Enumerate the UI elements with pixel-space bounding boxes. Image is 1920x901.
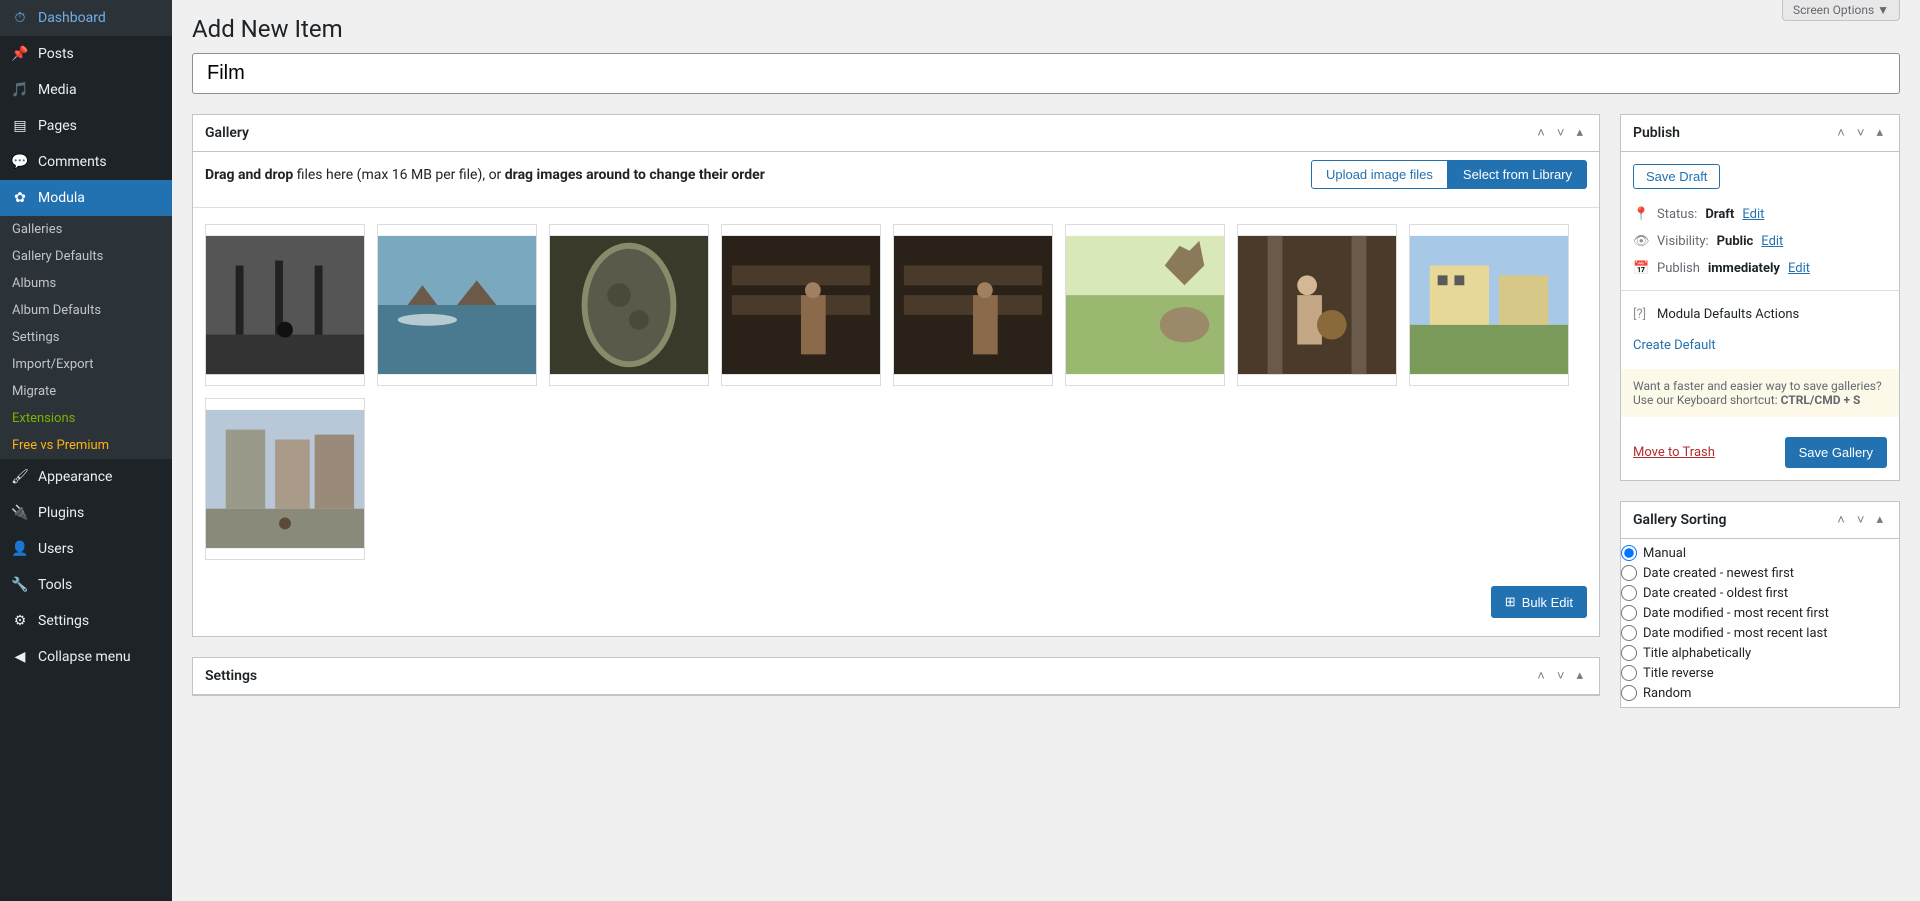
admin-sidebar: ⏱Dashboard 📌Posts 🎵Media ▤Pages 💬Comment… [0, 0, 172, 901]
sidebar-posts[interactable]: 📌Posts [0, 36, 172, 72]
gallery-thumb[interactable] [549, 224, 709, 386]
calendar-icon: 📅 [1633, 261, 1649, 276]
screen-options-toggle[interactable]: Screen Options ▼ [1782, 0, 1900, 21]
sub-galleries[interactable]: Galleries [0, 216, 172, 243]
key-icon: 📍 [1633, 207, 1649, 222]
modula-icon: ✿ [10, 188, 30, 208]
bulk-edit-button[interactable]: ⊞Bulk Edit [1491, 586, 1587, 618]
chevron-up-icon[interactable]: ˄ [1833, 512, 1849, 528]
sorting-title: Gallery Sorting [1633, 512, 1726, 528]
dashboard-icon: ⏱ [10, 8, 30, 28]
sorting-postbox: Gallery Sorting ˄ ˅ ▴ Manual Date create… [1620, 501, 1900, 708]
save-draft-button[interactable]: Save Draft [1633, 164, 1720, 189]
gallery-title: Gallery [205, 125, 249, 141]
sort-modified-first[interactable]: Date modified - most recent first [1621, 603, 1899, 623]
question-icon: [?] [1633, 307, 1649, 322]
plug-icon: 🔌 [10, 503, 30, 523]
wrench-icon: 🔧 [10, 575, 30, 595]
chevron-up-icon[interactable]: ˄ [1533, 125, 1549, 141]
sub-album-defaults[interactable]: Album Defaults [0, 297, 172, 324]
gallery-thumb[interactable] [1237, 224, 1397, 386]
sort-date-newest[interactable]: Date created - newest first [1621, 563, 1899, 583]
upload-files-button[interactable]: Upload image files [1311, 160, 1448, 189]
keyboard-tip: Want a faster and easier way to save gal… [1621, 369, 1899, 417]
collapse-icon: ◀ [10, 647, 30, 667]
sort-random[interactable]: Random [1621, 683, 1899, 703]
sub-import-export[interactable]: Import/Export [0, 351, 172, 378]
status-row: 📍 Status: Draft Edit [1633, 201, 1887, 228]
sidebar-settings[interactable]: ⚙Settings [0, 603, 172, 639]
upload-instructions: Drag and drop files here (max 16 MB per … [205, 167, 765, 183]
main-content: Screen Options ▼ Add New Item Gallery ˄ … [172, 0, 1920, 901]
gallery-thumb[interactable] [1409, 224, 1569, 386]
chevron-up-icon[interactable]: ˄ [1833, 125, 1849, 141]
eye-icon: 👁 [1633, 234, 1649, 249]
gallery-thumb[interactable] [1065, 224, 1225, 386]
media-icon: 🎵 [10, 80, 30, 100]
settings-postbox: Settings ˄ ˅ ▴ [192, 657, 1600, 696]
sidebar-comments[interactable]: 💬Comments [0, 144, 172, 180]
chevron-up-icon[interactable]: ˄ [1533, 668, 1549, 684]
edit-visibility-link[interactable]: Edit [1761, 234, 1783, 249]
gallery-thumb[interactable] [205, 398, 365, 560]
gallery-thumb[interactable] [205, 224, 365, 386]
publish-postbox: Publish ˄ ˅ ▴ Save Draft 📍 Status: Draft [1620, 114, 1900, 481]
sort-date-oldest[interactable]: Date created - oldest first [1621, 583, 1899, 603]
sidebar-pages[interactable]: ▤Pages [0, 108, 172, 144]
modula-defaults-row: [?] Modula Defaults Actions [1633, 299, 1887, 330]
visibility-row: 👁 Visibility: Public Edit [1633, 228, 1887, 255]
page-icon: ▤ [10, 116, 30, 136]
publish-date-row: 📅 Publish immediately Edit [1633, 255, 1887, 282]
sidebar-users[interactable]: 👤Users [0, 531, 172, 567]
sub-free-vs-premium[interactable]: Free vs Premium [0, 432, 172, 459]
sub-migrate[interactable]: Migrate [0, 378, 172, 405]
sidebar-appearance[interactable]: 🖌Appearance [0, 459, 172, 495]
brush-icon: 🖌 [10, 467, 30, 487]
gallery-thumb[interactable] [721, 224, 881, 386]
sub-settings[interactable]: Settings [0, 324, 172, 351]
chevron-down-icon[interactable]: ˅ [1553, 125, 1569, 141]
sort-modified-last[interactable]: Date modified - most recent last [1621, 623, 1899, 643]
sub-extensions[interactable]: Extensions [0, 405, 172, 432]
settings-title: Settings [205, 668, 257, 684]
sort-manual[interactable]: Manual [1621, 543, 1899, 563]
modula-submenu: Galleries Gallery Defaults Albums Album … [0, 216, 172, 459]
sub-gallery-defaults[interactable]: Gallery Defaults [0, 243, 172, 270]
edit-publish-link[interactable]: Edit [1788, 261, 1810, 276]
page-title: Add New Item [192, 0, 1900, 53]
chevron-down-icon[interactable]: ˅ [1853, 512, 1869, 528]
sidebar-modula[interactable]: ✿Modula [0, 180, 172, 216]
chevron-down-icon[interactable]: ˅ [1553, 668, 1569, 684]
user-icon: 👤 [10, 539, 30, 559]
item-title-input[interactable] [192, 53, 1900, 94]
publish-title: Publish [1633, 125, 1680, 141]
select-library-button[interactable]: Select from Library [1448, 160, 1587, 189]
sidebar-collapse[interactable]: ◀Collapse menu [0, 639, 172, 675]
gallery-thumb[interactable] [377, 224, 537, 386]
sidebar-tools[interactable]: 🔧Tools [0, 567, 172, 603]
edit-status-link[interactable]: Edit [1742, 207, 1764, 222]
move-to-trash-link[interactable]: Move to Trash [1633, 445, 1715, 460]
comment-icon: 💬 [10, 152, 30, 172]
triangle-up-icon[interactable]: ▴ [1872, 512, 1887, 528]
triangle-up-icon[interactable]: ▴ [1572, 668, 1587, 684]
sub-albums[interactable]: Albums [0, 270, 172, 297]
sidebar-dashboard[interactable]: ⏱Dashboard [0, 0, 172, 36]
triangle-up-icon[interactable]: ▴ [1872, 125, 1887, 141]
save-gallery-button[interactable]: Save Gallery [1785, 437, 1887, 468]
grid-icon: ⊞ [1505, 594, 1516, 610]
chevron-down-icon[interactable]: ˅ [1853, 125, 1869, 141]
sliders-icon: ⚙ [10, 611, 30, 631]
triangle-up-icon[interactable]: ▴ [1572, 125, 1587, 141]
sort-title-alpha[interactable]: Title alphabetically [1621, 643, 1899, 663]
sidebar-media[interactable]: 🎵Media [0, 72, 172, 108]
create-default-link[interactable]: Create Default [1633, 330, 1887, 361]
gallery-thumb[interactable] [893, 224, 1053, 386]
gallery-postbox: Gallery ˄ ˅ ▴ Drag and drop files here (… [192, 114, 1600, 637]
pin-icon: 📌 [10, 44, 30, 64]
sort-title-reverse[interactable]: Title reverse [1621, 663, 1899, 683]
gallery-grid[interactable] [193, 208, 1599, 576]
sidebar-plugins[interactable]: 🔌Plugins [0, 495, 172, 531]
